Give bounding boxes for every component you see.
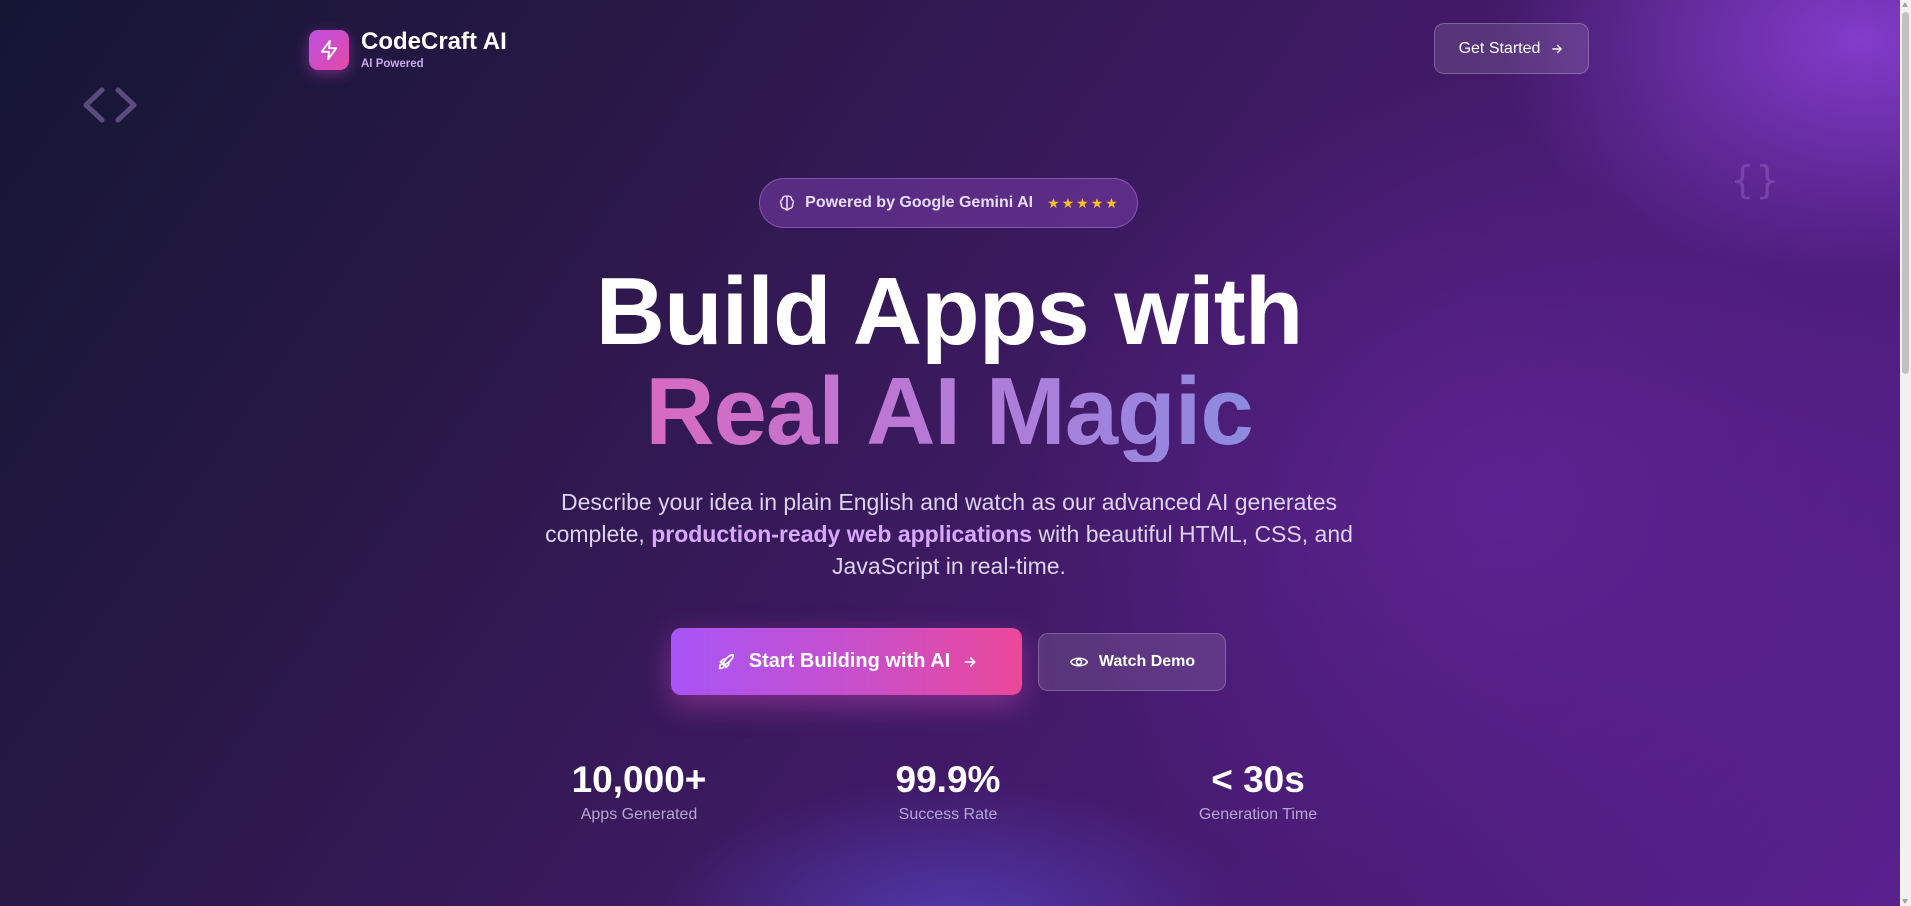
stat-value: 10,000+ — [571, 759, 707, 800]
start-building-label: Start Building with AI — [748, 650, 951, 672]
stat-label: Apps Generated — [580, 806, 698, 823]
rating-stars: ★★★★★ — [1047, 194, 1120, 211]
powered-by-badge: Powered by Google Gemini AI ★★★★★ — [759, 178, 1138, 228]
stat-label: Generation Time — [1198, 806, 1318, 823]
lightning-icon — [309, 30, 349, 70]
description-highlight: production-ready web applications — [651, 521, 1033, 547]
stat-value: < 30s — [1211, 759, 1305, 800]
scroll-up-icon[interactable] — [1902, 2, 1908, 7]
brand-tagline: AI Powered — [361, 58, 424, 70]
start-building-button[interactable]: Start Building with AI — [671, 628, 1022, 695]
brain-icon — [780, 195, 795, 211]
stat-label: Success Rate — [898, 806, 998, 823]
stat-generation-time: < 30s Generation Time — [1138, 758, 1378, 824]
eye-icon — [1069, 657, 1088, 667]
get-started-button[interactable]: Get Started — [1434, 23, 1589, 74]
badge-text: Powered by Google Gemini AI — [805, 194, 1034, 211]
hero-title-line1: Build Apps with — [595, 258, 1304, 365]
scroll-down-icon[interactable] — [1902, 899, 1908, 904]
watch-demo-button[interactable]: Watch Demo — [1038, 633, 1226, 691]
brand-logo[interactable]: CodeCraft AI AI Powered — [309, 29, 507, 71]
stat-apps-generated: 10,000+ Apps Generated — [519, 758, 759, 824]
curly-braces-icon: {} — [1731, 158, 1781, 202]
arrow-right-icon — [1552, 44, 1563, 53]
hero-title: Build Apps with Real AI Magic — [0, 262, 1898, 462]
stat-value: 99.9% — [895, 759, 1001, 800]
get-started-label: Get Started — [1458, 39, 1541, 57]
page-scrollbar[interactable] — [1900, 0, 1911, 906]
code-brackets-icon — [80, 80, 140, 130]
watch-demo-label: Watch Demo — [1098, 653, 1196, 670]
hero-description: Describe your idea in plain English and … — [530, 486, 1368, 582]
hero-title-line2: Real AI Magic — [645, 358, 1254, 465]
scroll-thumb[interactable] — [1902, 12, 1909, 374]
arrow-right-icon — [964, 656, 976, 667]
brand-name: CodeCraft AI — [361, 28, 507, 55]
rocket-icon — [718, 653, 734, 669]
stat-success-rate: 99.9% Success Rate — [828, 758, 1068, 824]
